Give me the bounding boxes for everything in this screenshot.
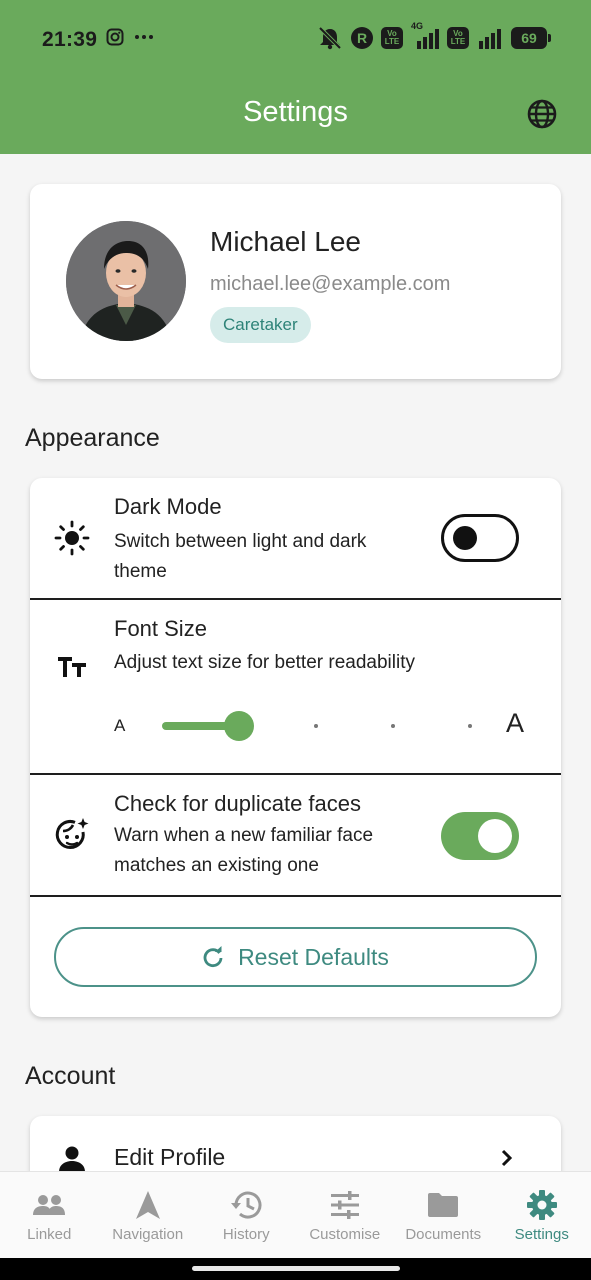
nav-history[interactable]: History	[197, 1172, 296, 1258]
nav-label: Documents	[405, 1226, 482, 1243]
duplicate-faces-title: Check for duplicate faces	[114, 791, 362, 816]
duplicate-faces-row[interactable]: Check for duplicate faces Warn when a ne…	[30, 775, 561, 895]
tune-icon	[328, 1188, 362, 1222]
refresh-icon	[203, 946, 223, 968]
battery-icon: 69	[511, 27, 551, 49]
folder-icon	[426, 1188, 460, 1222]
edit-profile-label: Edit Profile	[114, 1144, 226, 1170]
dark-mode-toggle[interactable]	[441, 514, 519, 562]
divider	[30, 895, 561, 897]
nav-documents[interactable]: Documents	[394, 1172, 493, 1258]
app-bar: Settings	[0, 78, 591, 154]
font-size-large-label: A	[506, 708, 525, 738]
volte-icon-2: Vo LTE	[447, 27, 469, 49]
mute-bell-icon	[318, 26, 342, 50]
duplicate-faces-description: Warn when a new familiar face matches an…	[114, 825, 374, 876]
signal-icon: 4G	[411, 21, 439, 49]
nav-label: Navigation	[112, 1226, 184, 1243]
font-size-description: Adjust text size for better readability	[114, 652, 415, 673]
font-size-row	[30, 600, 561, 774]
status-bar: 21:39 R Vo LTE 4G Vo LTE 69	[0, 0, 591, 78]
face-icon	[54, 817, 90, 853]
nav-label: Settings	[514, 1226, 569, 1243]
volte-icon: Vo LTE	[381, 27, 403, 49]
dark-mode-title: Dark Mode	[114, 494, 222, 519]
dark-mode-description: Switch between light and dark theme	[114, 531, 367, 582]
status-time: 21:39	[42, 28, 98, 51]
profile-card[interactable]: Michael Lee michael.lee@example.com Care…	[30, 184, 561, 379]
nav-label: Customise	[309, 1226, 381, 1243]
history-icon	[229, 1188, 263, 1222]
globe-icon[interactable]	[525, 97, 559, 131]
bottom-navigation: Linked Navigation History Customise Docu…	[0, 1171, 591, 1258]
chevron-right-icon	[501, 1149, 513, 1167]
nav-linked[interactable]: Linked	[0, 1172, 99, 1258]
page-title: Settings	[243, 96, 348, 128]
roaming-icon: R	[351, 27, 373, 49]
nav-customise[interactable]: Customise	[296, 1172, 395, 1258]
appearance-section-title: Appearance	[25, 424, 160, 452]
profile-name: Michael Lee	[210, 226, 361, 257]
slider-thumb[interactable]	[224, 711, 254, 741]
slider-step-dot	[468, 724, 472, 728]
instagram-icon	[106, 28, 124, 46]
profile-email: michael.lee@example.com	[210, 273, 451, 295]
nav-settings[interactable]: Settings	[493, 1172, 591, 1258]
role-badge: Caretaker	[210, 307, 311, 343]
nav-label: Linked	[27, 1226, 72, 1243]
slider-step-dot	[314, 724, 318, 728]
reset-defaults-label: Reset Defaults	[238, 943, 389, 970]
home-indicator[interactable]	[192, 1266, 400, 1271]
signal-icon-2	[479, 29, 501, 49]
duplicate-faces-toggle[interactable]	[441, 812, 519, 860]
appearance-card: Dark Mode Switch between light and dark …	[30, 478, 561, 1017]
avatar	[66, 221, 186, 341]
people-icon	[32, 1188, 66, 1222]
sun-icon	[54, 520, 90, 556]
more-notifications-icon	[135, 35, 153, 39]
text-size-icon	[54, 648, 90, 684]
account-section-title: Account	[25, 1062, 116, 1090]
navigation-icon	[131, 1188, 165, 1222]
slider-step-dot	[391, 724, 395, 728]
nav-label: History	[222, 1226, 270, 1243]
settings-icon	[525, 1188, 559, 1222]
reset-defaults-button[interactable]: Reset Defaults	[54, 927, 537, 987]
font-size-slider[interactable]	[162, 711, 472, 741]
font-size-small-label: A	[114, 716, 126, 735]
gesture-bar	[0, 1258, 591, 1280]
dark-mode-row[interactable]: Dark Mode Switch between light and dark …	[30, 478, 561, 598]
nav-navigation[interactable]: Navigation	[99, 1172, 198, 1258]
font-size-title: Font Size	[114, 616, 207, 641]
